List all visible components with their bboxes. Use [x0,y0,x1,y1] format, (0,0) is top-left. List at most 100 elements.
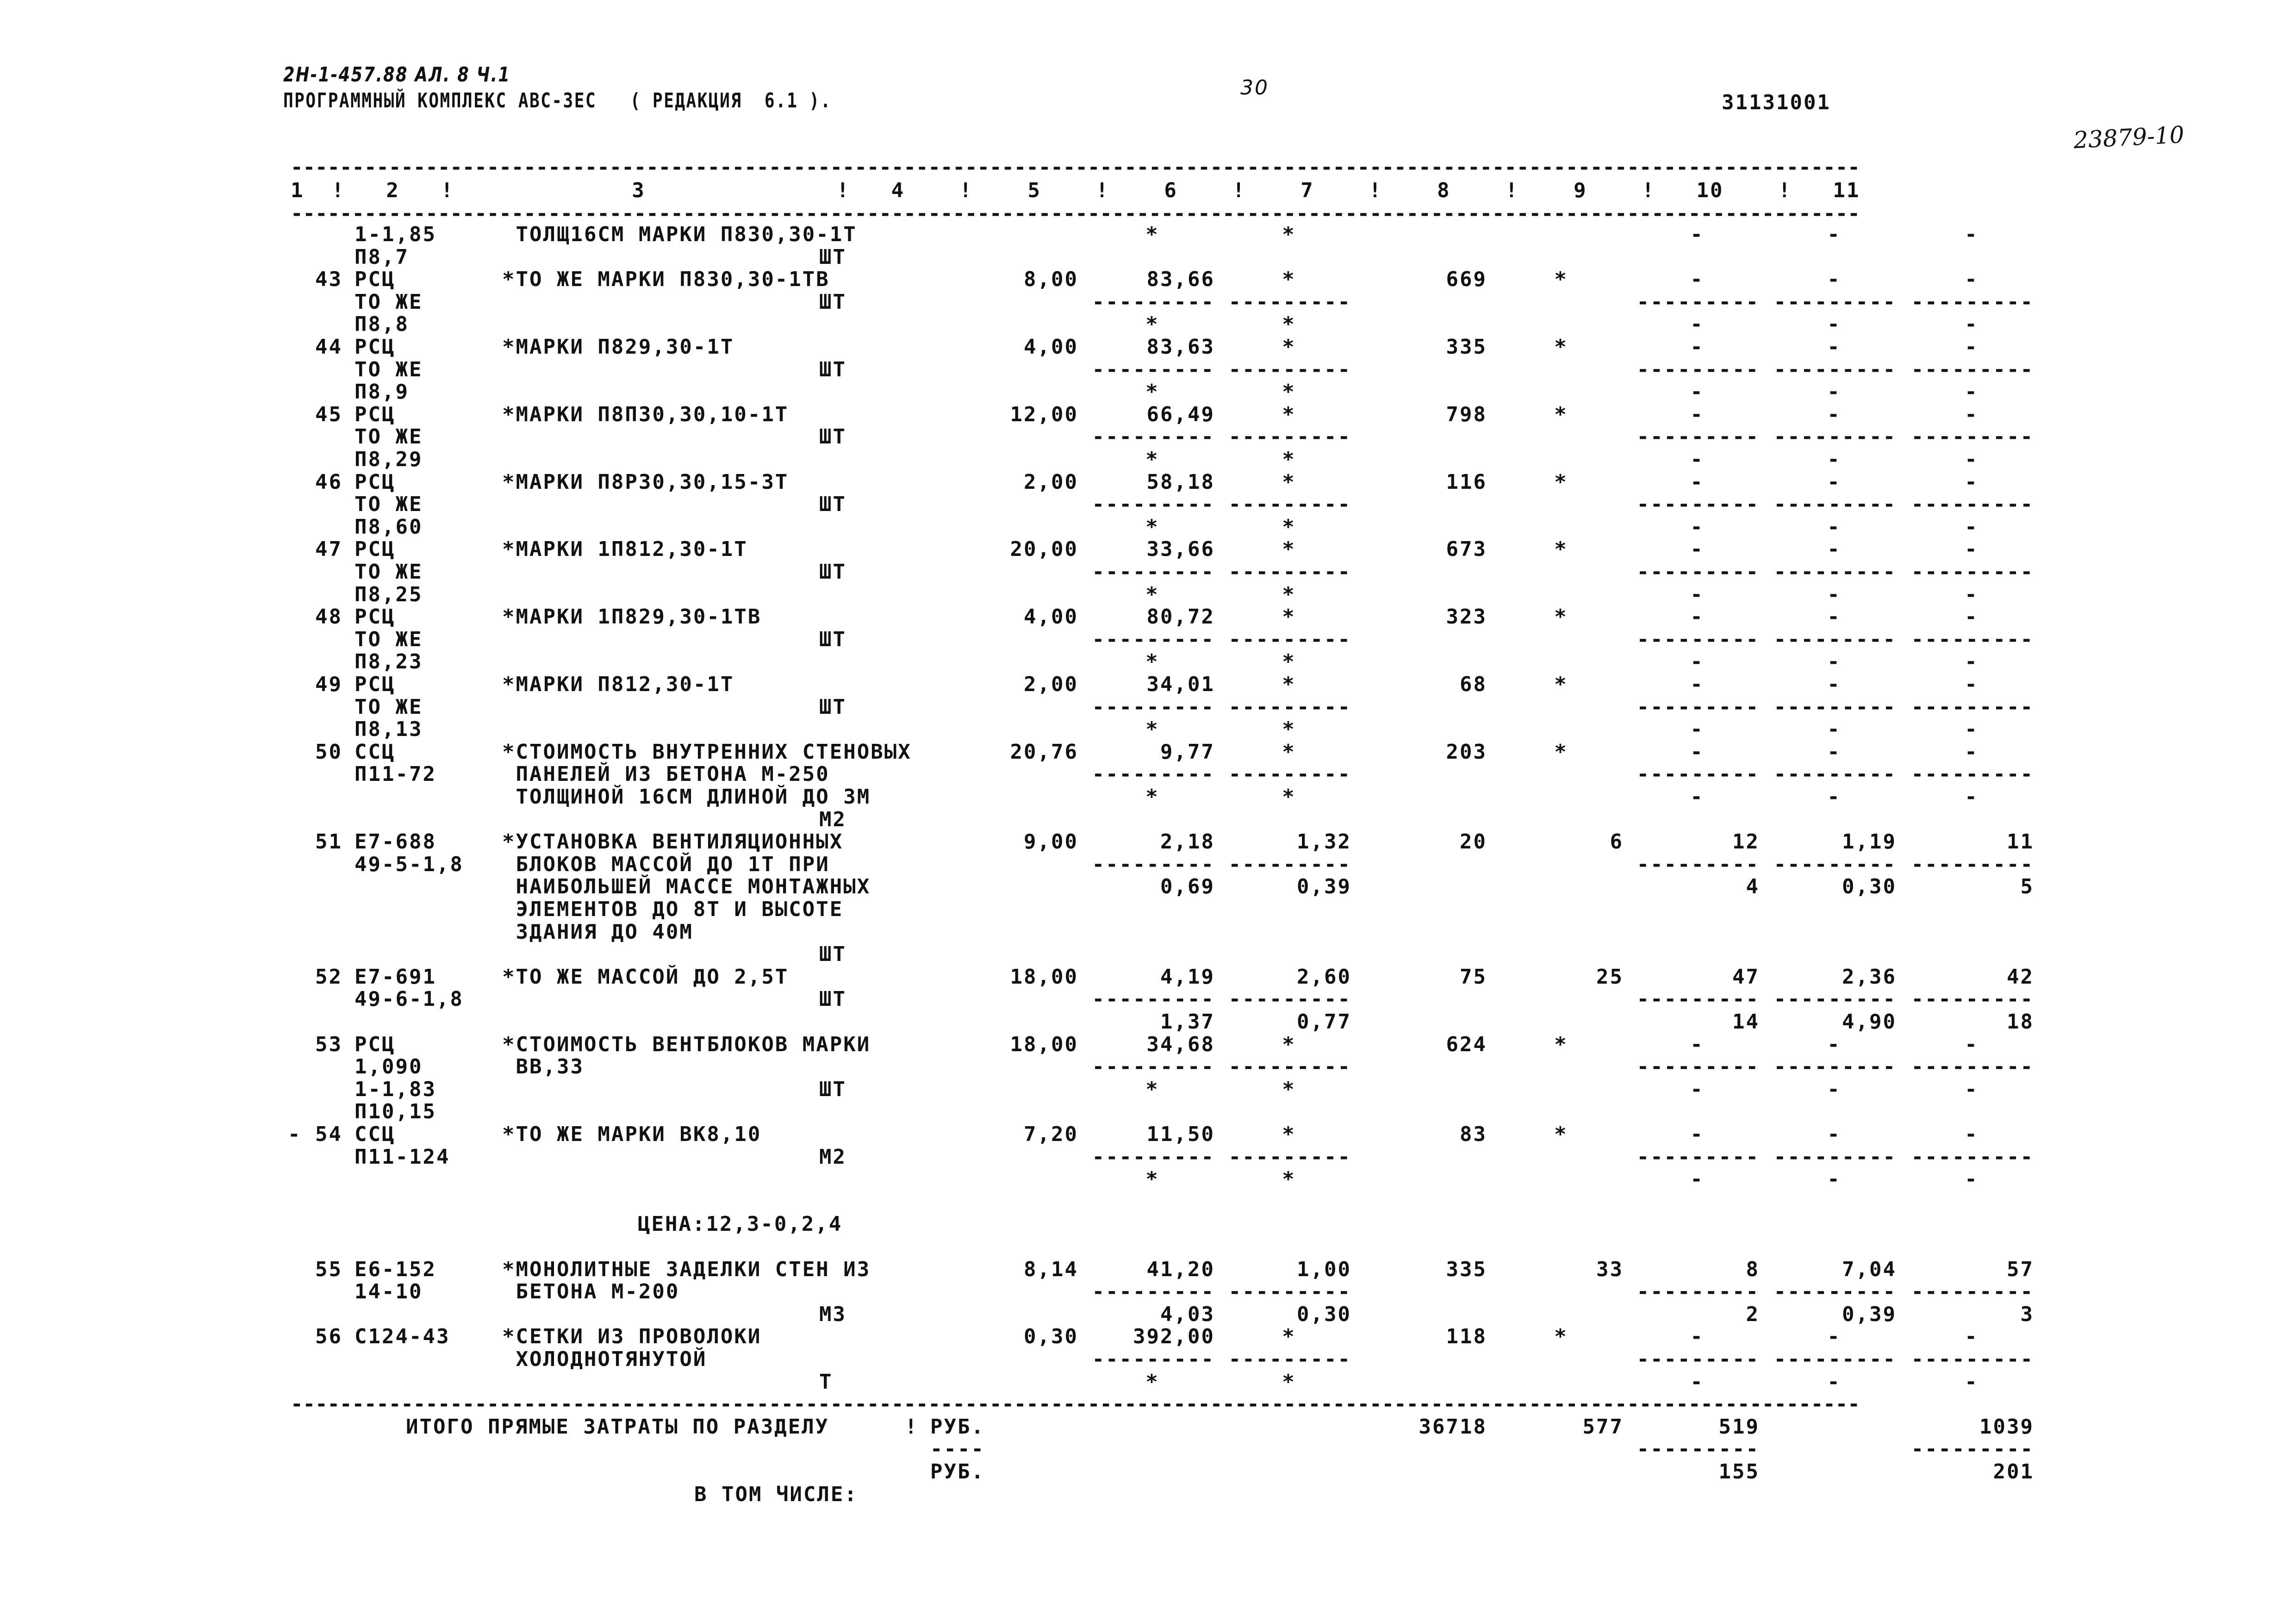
cell-c3: ТОЛЩ16СМ МАРКИ П830,30-1Т [502,223,857,246]
cell-c6: --------- [1228,852,1351,876]
table-row [0,1237,2296,1259]
cell-c11: 18 [2007,1010,2034,1034]
cell-c6: * [1282,380,1296,404]
cell-c2: П8,29 [355,448,423,471]
cell-c1: 56 [315,1325,342,1349]
table-row: П8,29 * * - - - [0,449,2296,472]
cell-c11: 3 [2020,1302,2034,1326]
table-row: ИТОГО ПРЯМЫЕ ЗАТРАТЫ ПО РАЗДЕЛУ! РУБ. 3671… [0,1416,2296,1439]
cell-c10: --------- [1773,290,1897,314]
cell-c2: 14-10 [355,1280,423,1304]
cell-rub: ---- [930,1437,985,1461]
table-row: 45 РСЦ *МАРКИ П8П30,30,10-1Т 12,00 66,49 * 798… [0,402,2296,427]
cell-c2: Е6-152 [355,1257,436,1281]
cell-c2: РСЦ [355,537,396,561]
cell-c10: 0,30 [1842,875,1897,899]
cell-c5: * [1145,223,1159,246]
separator-header: ----------------------------------------… [291,204,1860,224]
cell-rub: РУБ. [930,1460,985,1484]
cell-c11: - [1965,1122,1979,1146]
cell-c10: - [1827,582,1841,606]
cell-c6: 0,39 [1297,875,1351,899]
cell-c2: П8,7 [355,245,409,269]
cell-c6: * [1282,605,1296,629]
cell-c11: - [1965,448,1979,471]
cell-c10: --------- [1773,1280,1897,1304]
cell-unit: ШТ [819,627,846,651]
cell-c5: --------- [1092,695,1215,719]
cell-c9: - [1690,582,1704,606]
cell-c2: ТО ЖЕ [355,357,423,381]
table-row: 47 РСЦ *МАРКИ 1П812,30-1Т 20,00 33,66 * 673 * - -… [0,539,2296,561]
cell-c7: 20 [1460,830,1487,854]
cell-c9: - [1690,537,1704,561]
cell-c4: 2,00 [1024,673,1078,696]
cell-c6: * [1282,312,1296,337]
cell-c5: 11,50 [1146,1122,1215,1146]
cell-c10: - [1827,740,1841,764]
cell-c3: ВВ,33 [502,1055,584,1079]
cell-c10: --------- [1773,627,1897,651]
table-row: ТО ЖЕ ШТ --------- --------- --------- ------… [0,292,2296,314]
cell-c3: *МАРКИ 1П812,30-1Т [502,537,748,561]
cell-c9: - [1690,740,1704,764]
cell-unit: ШТ [819,290,846,314]
cell-c4: 4,00 [1024,335,1078,359]
cell-c9: - [1690,1032,1704,1056]
cell-c9: 2 [1746,1302,1760,1326]
cell-c10: 4,90 [1842,1010,1897,1034]
cell-c6: * [1282,515,1296,539]
cell-c9: - [1690,1325,1704,1349]
cell-c10: - [1827,470,1841,494]
cell-c6: * [1282,470,1296,494]
cell-unit: ШТ [819,493,846,517]
cell-c8: * [1554,470,1568,494]
cell-c2: П8,60 [355,515,423,539]
cell-c2: С124-43 [355,1325,450,1349]
cell-c11: - [1965,1077,1979,1101]
table-row: П11-72 ПАНЕЛЕЙ ИЗ БЕТОНА М-250 --------- -… [0,764,2296,786]
cell-c7: 624 [1446,1032,1487,1056]
cell-c9: 8 [1746,1257,1760,1281]
table-row: 14-10 БЕТОНА М-200 --------- --------- ----… [0,1282,2296,1304]
cell-c6: --------- [1228,1347,1351,1371]
cell-c6: --------- [1228,1055,1351,1079]
cell-c2: П8,9 [355,380,409,404]
cell-c5: 2,18 [1160,830,1215,854]
cell-c7: 75 [1460,965,1487,989]
cell-c10: - [1827,515,1841,539]
table-row: ---- --------- --------- [0,1439,2296,1461]
cell-unit: Т [819,1370,833,1394]
cell-c6: * [1282,1370,1296,1394]
cell-c9: - [1690,785,1704,809]
cell-c11: --------- [1911,357,2034,381]
cell-c11: 42 [2007,965,2034,989]
table-row: * * - - - [0,1169,2296,1191]
cell-c9: - [1690,448,1704,471]
cell-c9: - [1690,717,1704,742]
cell-c11: - [1965,335,1979,359]
table-row: М2 [0,809,2296,832]
cell-c9: - [1690,380,1704,404]
cell-c2: ССЦ [355,1122,396,1146]
cell-c11: --------- [1911,762,2034,786]
table-row: - 54 ССЦ *ТО ЖЕ МАРКИ ВК8,10 7,20 11,50 * 83 * -… [0,1124,2296,1147]
cell-c2: РСЦ [355,605,396,629]
cell-c5: --------- [1092,762,1215,786]
cell-c9: 47 [1732,965,1760,989]
cell-c5: 392,00 [1133,1325,1215,1349]
cell-c2: П8,8 [355,312,409,337]
cell-c6: * [1282,223,1296,246]
cell-c6: --------- [1228,560,1351,584]
cell-c5: 66,49 [1146,402,1215,426]
table-row: П8,7 ШТ [0,247,2296,269]
cell-c11: - [1965,582,1979,606]
page-number: 30 [1240,76,1269,100]
cell-c11: - [1965,380,1979,404]
cell-c4: 8,14 [1024,1257,1078,1281]
cell-c4: 18,00 [1010,965,1078,989]
cell-c5: --------- [1092,1055,1215,1079]
cell-c8: 25 [1596,965,1624,989]
cell-c8: 6 [1610,830,1624,854]
cell-c6: * [1282,717,1296,742]
